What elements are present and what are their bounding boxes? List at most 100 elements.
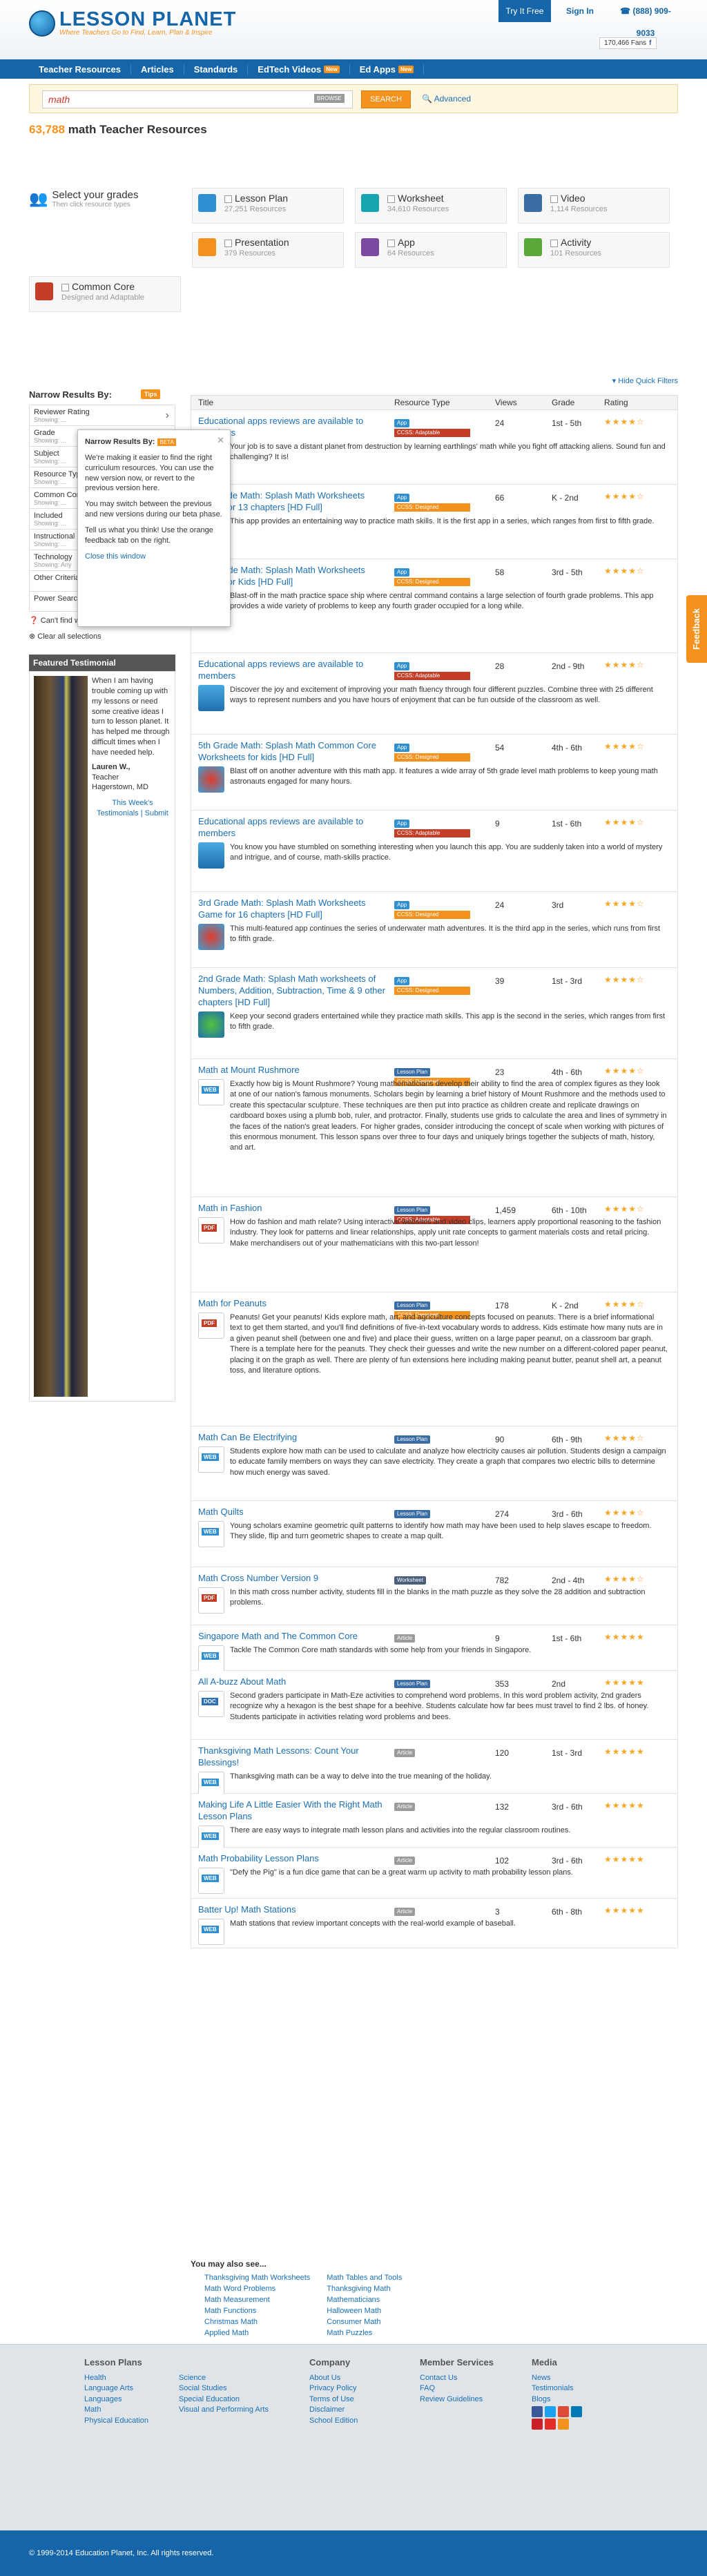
also-see-link[interactable]: Consumer Math bbox=[327, 2317, 402, 2328]
resource-title-link[interactable]: Making Life A Little Easier With the Rig… bbox=[198, 1799, 389, 1823]
nav-item-edtech-videos[interactable]: EdTech Videos New bbox=[248, 64, 350, 75]
facebook-icon[interactable] bbox=[532, 2406, 543, 2418]
footer-link[interactable]: Language Arts bbox=[84, 2383, 148, 2394]
resource-title-link[interactable]: 5th Grade Math: Splash Math Common Core … bbox=[198, 740, 389, 764]
facet-reviewer-rating[interactable]: Reviewer Rating Showing: ... bbox=[29, 405, 175, 425]
also-see-link[interactable]: Thanksgiving Math Worksheets bbox=[204, 2273, 310, 2284]
doc-icon[interactable] bbox=[198, 1691, 224, 1717]
twitter-icon[interactable] bbox=[545, 2406, 556, 2418]
clear-selections-link[interactable]: ⊗ Clear all selections bbox=[29, 629, 175, 643]
sign-in-link[interactable]: Sign In bbox=[559, 0, 601, 22]
web-icon[interactable] bbox=[198, 1521, 224, 1547]
footer-link[interactable]: Special Education bbox=[179, 2394, 269, 2405]
pinterest-icon[interactable] bbox=[532, 2419, 543, 2430]
try-free-button[interactable]: Try It Free bbox=[498, 0, 551, 22]
col-title[interactable]: Title bbox=[191, 398, 394, 407]
footer-link[interactable]: Privacy Policy bbox=[309, 2383, 358, 2394]
tips-button[interactable]: Tips bbox=[141, 389, 161, 399]
footer-link[interactable]: News bbox=[532, 2373, 582, 2383]
facebook-fans[interactable]: 170,466 Fans f bbox=[599, 37, 657, 49]
linkedin-icon[interactable] bbox=[571, 2406, 582, 2418]
also-see-link[interactable]: Halloween Math bbox=[327, 2306, 402, 2317]
web-icon[interactable] bbox=[198, 1645, 224, 1672]
type-filter-app[interactable]: App 64 Resources bbox=[355, 232, 507, 268]
col-views[interactable]: Views bbox=[495, 398, 552, 407]
resource-title-link[interactable]: 3rd Grade Math: Splash Math Worksheets G… bbox=[198, 898, 389, 921]
footer-link[interactable]: School Edition bbox=[309, 2416, 358, 2426]
type-filter-common-core[interactable]: Common Core Designed and Adaptable bbox=[29, 276, 181, 312]
also-see-link[interactable]: Math Puzzles bbox=[327, 2328, 402, 2339]
checkbox[interactable] bbox=[387, 239, 395, 247]
checkbox[interactable] bbox=[387, 195, 395, 203]
rss-icon[interactable] bbox=[558, 2419, 569, 2430]
col-type[interactable]: Resource Type bbox=[394, 398, 495, 407]
footer-link[interactable]: Blogs bbox=[532, 2394, 582, 2405]
browse-button[interactable]: BROWSE bbox=[314, 94, 345, 103]
footer-link[interactable]: Social Studies bbox=[179, 2383, 269, 2394]
also-see-link[interactable]: Math Tables and Tools bbox=[327, 2273, 402, 2284]
app-icon[interactable] bbox=[198, 685, 224, 711]
resource-title-link[interactable]: 2nd Grade Math: Splash Math worksheets o… bbox=[198, 974, 389, 1009]
resource-title-link[interactable]: Math Can Be Electrifying bbox=[198, 1432, 389, 1444]
web-icon[interactable] bbox=[198, 1079, 224, 1105]
app-icon[interactable] bbox=[198, 842, 224, 869]
resource-title-link[interactable]: All A-buzz About Math bbox=[198, 1676, 389, 1688]
resource-title-link[interactable]: Thanksgiving Math Lessons: Count Your Bl… bbox=[198, 1745, 389, 1769]
also-see-link[interactable]: Math Measurement bbox=[204, 2295, 310, 2306]
type-filter-video[interactable]: Video 1,114 Resources bbox=[518, 188, 670, 224]
pdf-icon[interactable] bbox=[198, 1217, 224, 1243]
g3-icon[interactable] bbox=[198, 766, 224, 793]
close-icon[interactable]: ✕ bbox=[217, 434, 224, 447]
g4-icon[interactable] bbox=[198, 1011, 224, 1038]
checkbox[interactable] bbox=[224, 195, 232, 203]
footer-link[interactable]: About Us bbox=[309, 2373, 358, 2383]
also-see-link[interactable]: Math Word Problems bbox=[204, 2284, 310, 2295]
feedback-tab[interactable]: Feedback bbox=[686, 595, 707, 663]
also-see-link[interactable]: Math Functions bbox=[204, 2306, 310, 2317]
search-input[interactable]: math bbox=[42, 90, 353, 108]
youtube-icon[interactable] bbox=[545, 2419, 556, 2430]
footer-link[interactable]: Testimonials bbox=[532, 2383, 582, 2394]
pdf-icon[interactable] bbox=[198, 1587, 224, 1614]
footer-link[interactable]: Terms of Use bbox=[309, 2394, 358, 2405]
footer-link[interactable]: Visual and Performing Arts bbox=[179, 2405, 269, 2415]
web-icon[interactable] bbox=[198, 1868, 224, 1894]
footer-link[interactable]: Science bbox=[179, 2373, 269, 2383]
also-see-link[interactable]: Applied Math bbox=[204, 2328, 310, 2339]
footer-link[interactable]: Health bbox=[84, 2373, 148, 2383]
checkbox[interactable] bbox=[61, 283, 69, 291]
footer-link[interactable]: Languages bbox=[84, 2394, 148, 2405]
resource-title-link[interactable]: Math for Peanuts bbox=[198, 1298, 389, 1310]
web-icon[interactable] bbox=[198, 1919, 224, 1945]
checkbox[interactable] bbox=[550, 239, 558, 247]
footer-link[interactable]: Disclaimer bbox=[309, 2405, 358, 2415]
checkbox[interactable] bbox=[550, 195, 558, 203]
col-rating[interactable]: Rating bbox=[604, 398, 628, 407]
footer-link[interactable]: Review Guidelines bbox=[420, 2394, 494, 2405]
resource-title-link[interactable]: Math in Fashion bbox=[198, 1203, 389, 1214]
nav-item-standards[interactable]: Standards bbox=[184, 64, 249, 75]
google-plus-icon[interactable] bbox=[558, 2406, 569, 2418]
type-filter-activity[interactable]: Activity 101 Resources bbox=[518, 232, 670, 268]
type-filter-presentation[interactable]: Presentation 379 Resources bbox=[192, 232, 344, 268]
resource-title-link[interactable]: Singapore Math and The Common Core bbox=[198, 1631, 389, 1643]
resource-title-link[interactable]: Educational apps reviews are available t… bbox=[198, 816, 389, 840]
resource-title-link[interactable]: Batter Up! Math Stations bbox=[198, 1904, 389, 1916]
checkbox[interactable] bbox=[224, 239, 232, 247]
footer-link[interactable]: Contact Us bbox=[420, 2373, 494, 2383]
resource-title-link[interactable]: Math Quilts bbox=[198, 1507, 389, 1518]
resource-title-link[interactable]: Educational apps reviews are available t… bbox=[198, 659, 389, 682]
also-see-link[interactable]: Thanksgiving Math bbox=[327, 2284, 402, 2295]
nav-item-articles[interactable]: Articles bbox=[131, 64, 184, 75]
nav-item-ed-apps[interactable]: Ed Apps New bbox=[350, 64, 425, 75]
resource-title-link[interactable]: Math at Mount Rushmore bbox=[198, 1065, 389, 1076]
type-filter-worksheet[interactable]: Worksheet 34,610 Resources bbox=[355, 188, 507, 224]
nav-item-teacher-resources[interactable]: Teacher Resources bbox=[29, 64, 131, 75]
footer-link[interactable]: Physical Education bbox=[84, 2416, 148, 2426]
grade-selector[interactable]: 👥 Select your grades Then click resource… bbox=[29, 189, 181, 209]
type-filter-lesson-plan[interactable]: Lesson Plan 27,251 Resources bbox=[192, 188, 344, 224]
footer-link[interactable]: Math bbox=[84, 2405, 148, 2415]
g3-icon[interactable] bbox=[198, 924, 224, 950]
also-see-link[interactable]: Christmas Math bbox=[204, 2317, 310, 2328]
pdf-icon[interactable] bbox=[198, 1313, 224, 1339]
